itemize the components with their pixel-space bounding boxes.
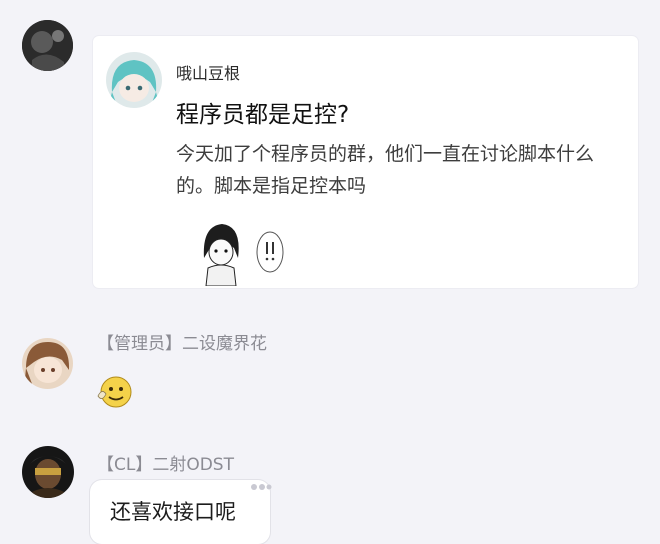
post-author-name[interactable]: 哦山豆根 [176, 60, 240, 84]
anime-girl-surprised-sticker-icon [196, 218, 296, 287]
bubble-decoration-icon [250, 478, 272, 497]
sender-nickname-cl[interactable]: 【CL】二射ODST [97, 450, 234, 475]
anime-teal-avatar-icon [106, 52, 162, 108]
post-body: 今天加了个程序员的群，他们一直在讨论脚本什么的。脚本是指足控本吗 [176, 143, 595, 197]
message-emoji-doge[interactable] [94, 374, 132, 410]
avatar-cl[interactable] [22, 446, 74, 498]
dark-costume-avatar-icon [22, 446, 74, 498]
doge-emoji-icon [97, 376, 132, 408]
dark-avatar-icon [22, 20, 73, 71]
post-title: 程序员都是足控? [176, 102, 350, 128]
post-sticker-image [196, 218, 296, 287]
message-text-cl: 还喜欢接口呢 [110, 500, 236, 524]
sender-nickname-admin[interactable]: 【管理员】二设魔界花 [97, 329, 267, 354]
avatar-top-sender[interactable] [22, 20, 73, 71]
chat-screen: 哦山豆根 程序员都是足控? 今天加了个程序员的群，他们一直在讨论脚本什么的。脚本… [0, 0, 660, 544]
anime-brown-hair-avatar-icon [22, 338, 73, 389]
post-author-avatar[interactable] [106, 52, 162, 108]
avatar-admin[interactable] [22, 338, 73, 389]
